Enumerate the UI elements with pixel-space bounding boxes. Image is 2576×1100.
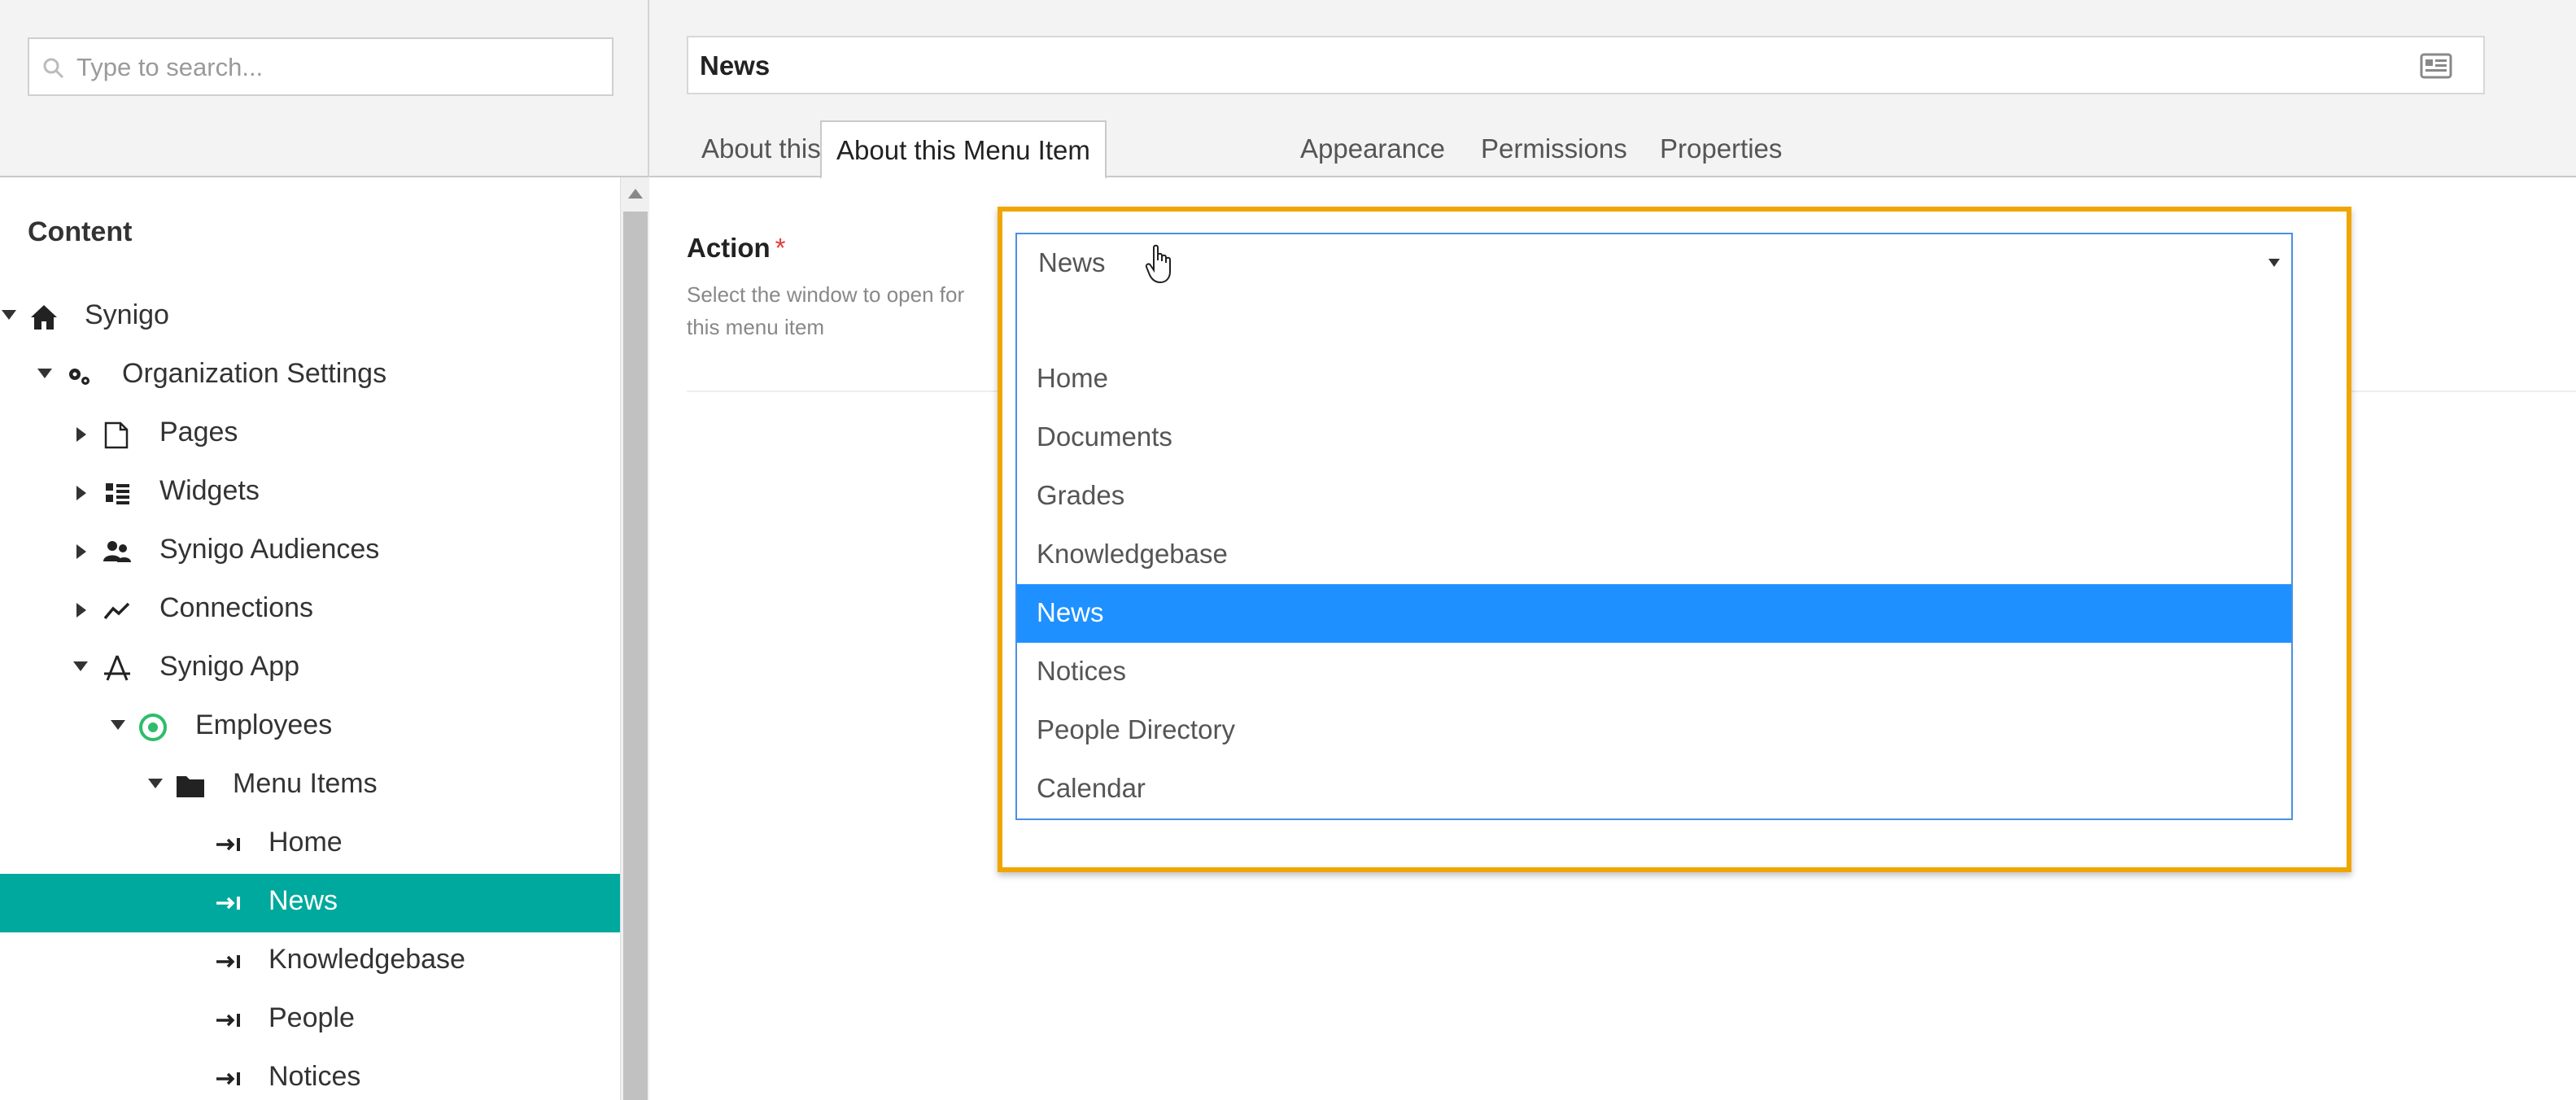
action-label-text: Action (687, 233, 771, 263)
option-people-directory[interactable]: People Directory (1017, 701, 2291, 760)
option-calendar[interactable]: Calendar (1017, 760, 2291, 818)
tree-item-label: Widgets (159, 475, 260, 506)
option-knowledgebase[interactable]: Knowledgebase (1017, 526, 2291, 584)
target-icon (139, 714, 167, 741)
menu-item-icon (216, 955, 240, 968)
tab-properties[interactable]: Properties (1660, 120, 1782, 177)
tree-item-notices[interactable]: Notices (0, 1050, 620, 1100)
tree-item-label: People (269, 1002, 355, 1033)
expand-caret-icon[interactable] (37, 369, 52, 378)
menu-item-icon (216, 838, 240, 851)
tree-item-label: Employees (195, 709, 333, 740)
tab-label: Properties (1660, 133, 1783, 164)
card-details-icon[interactable] (2420, 52, 2452, 80)
tree-item-knowledgebase[interactable]: Knowledgebase (0, 932, 620, 991)
tree-item-news[interactable]: News (0, 874, 620, 932)
tree-item-label: Pages (159, 417, 238, 447)
expand-caret-icon[interactable] (76, 603, 86, 618)
option-home[interactable]: Home (1017, 350, 2291, 408)
tree-item-label: Connections (159, 592, 314, 623)
tree-scrollbar[interactable] (620, 177, 649, 1100)
tree-item-label: Synigo App (159, 651, 300, 682)
option-label: Notices (1037, 656, 1127, 686)
tab-label: Appearance (1300, 133, 1445, 164)
chevron-down-icon[interactable] (2268, 259, 2280, 267)
home-icon (31, 305, 57, 330)
expand-caret-icon[interactable] (76, 427, 86, 442)
option-label: News (1037, 597, 1104, 627)
tree-item-employees[interactable]: Employees (0, 698, 620, 757)
action-options-list: Home Documents Grades Knowledgebase News… (1015, 291, 2293, 820)
tree-item-people[interactable]: People (0, 991, 620, 1050)
option-empty[interactable] (1017, 291, 2291, 350)
tab-appearance[interactable]: Appearance (1300, 120, 1445, 177)
widgets-icon (106, 483, 129, 504)
tree-item-organization-settings[interactable]: Organization Settings (0, 347, 620, 405)
tab-label: Permissions (1481, 133, 1627, 164)
folder-icon (177, 776, 204, 797)
option-news[interactable]: News (1017, 584, 2291, 643)
option-label: People Directory (1037, 714, 1235, 744)
tree-item-label: Knowledgebase (269, 944, 465, 975)
expand-caret-icon[interactable] (76, 544, 86, 559)
tree-item-label: Synigo (85, 299, 169, 330)
tree-item-connections[interactable]: Connections (0, 581, 620, 639)
left-header (0, 0, 649, 177)
menu-item-icon (216, 1014, 240, 1027)
tab-label: About this Menu Item (836, 135, 1090, 165)
action-select[interactable]: News (1015, 233, 2293, 293)
content-tree-panel: Content Synigo Organization Settings Pag… (0, 177, 620, 1100)
search-box[interactable] (28, 37, 613, 96)
tree-item-synigo-app[interactable]: Synigo App (0, 639, 620, 698)
option-grades[interactable]: Grades (1017, 467, 2291, 526)
expand-caret-icon[interactable] (2, 310, 16, 320)
scroll-up-arrow-icon[interactable] (628, 189, 643, 199)
option-label: Home (1037, 363, 1109, 393)
option-label: Grades (1037, 480, 1125, 510)
expand-caret-icon[interactable] (73, 661, 88, 671)
tree-item-label: Organization Settings (122, 358, 387, 389)
action-help-text: Select the window to open for this menu … (687, 282, 965, 339)
hand-cursor-icon (1145, 244, 1171, 284)
menu-item-icon (216, 897, 240, 910)
tree-item-label: Menu Items (233, 768, 378, 799)
tree-item-synigo[interactable]: Synigo (0, 288, 620, 347)
action-field-label: Action * (687, 233, 786, 264)
option-label: Documents (1037, 421, 1172, 452)
option-label: Calendar (1037, 773, 1146, 803)
search-input[interactable] (75, 39, 607, 96)
required-marker: * (775, 233, 786, 263)
menu-item-icon (216, 1072, 240, 1085)
tree-item-widgets[interactable]: Widgets (0, 464, 620, 522)
scrollbar-thumb[interactable] (623, 212, 648, 1100)
tree-item-label: Home (269, 827, 343, 858)
option-notices[interactable]: Notices (1017, 643, 2291, 701)
app-store-icon (104, 655, 130, 681)
editor-header: News About this menu item About this Men… (649, 0, 2576, 179)
expand-caret-icon[interactable] (76, 486, 86, 500)
item-title-field[interactable]: News (687, 36, 2485, 94)
action-select-value: News (1038, 247, 1106, 277)
option-label: Knowledgebase (1037, 539, 1228, 569)
content-heading: Content (28, 216, 133, 247)
search-icon (43, 58, 64, 79)
audiences-icon (103, 541, 131, 562)
gears-icon (69, 369, 90, 385)
tree-item-label: Notices (269, 1061, 361, 1092)
tab-permissions[interactable]: Permissions (1481, 120, 1627, 177)
tree-item-home[interactable]: Home (0, 815, 620, 874)
pages-icon (104, 421, 129, 449)
connections-icon (103, 602, 130, 620)
expand-caret-icon[interactable] (148, 779, 163, 788)
option-documents[interactable]: Documents (1017, 408, 2291, 467)
tree-item-label: Synigo Audiences (159, 534, 380, 565)
tree-item-pages[interactable]: Pages (0, 405, 620, 464)
expand-caret-icon[interactable] (111, 720, 125, 730)
tree-item-synigo-audiences[interactable]: Synigo Audiences (0, 522, 620, 581)
tree-item-label: News (269, 885, 338, 916)
tree-item-menu-items[interactable]: Menu Items (0, 757, 620, 815)
item-title: News (700, 50, 771, 81)
tab-about-this-menu-item-active[interactable]: About this Menu Item (820, 120, 1107, 179)
